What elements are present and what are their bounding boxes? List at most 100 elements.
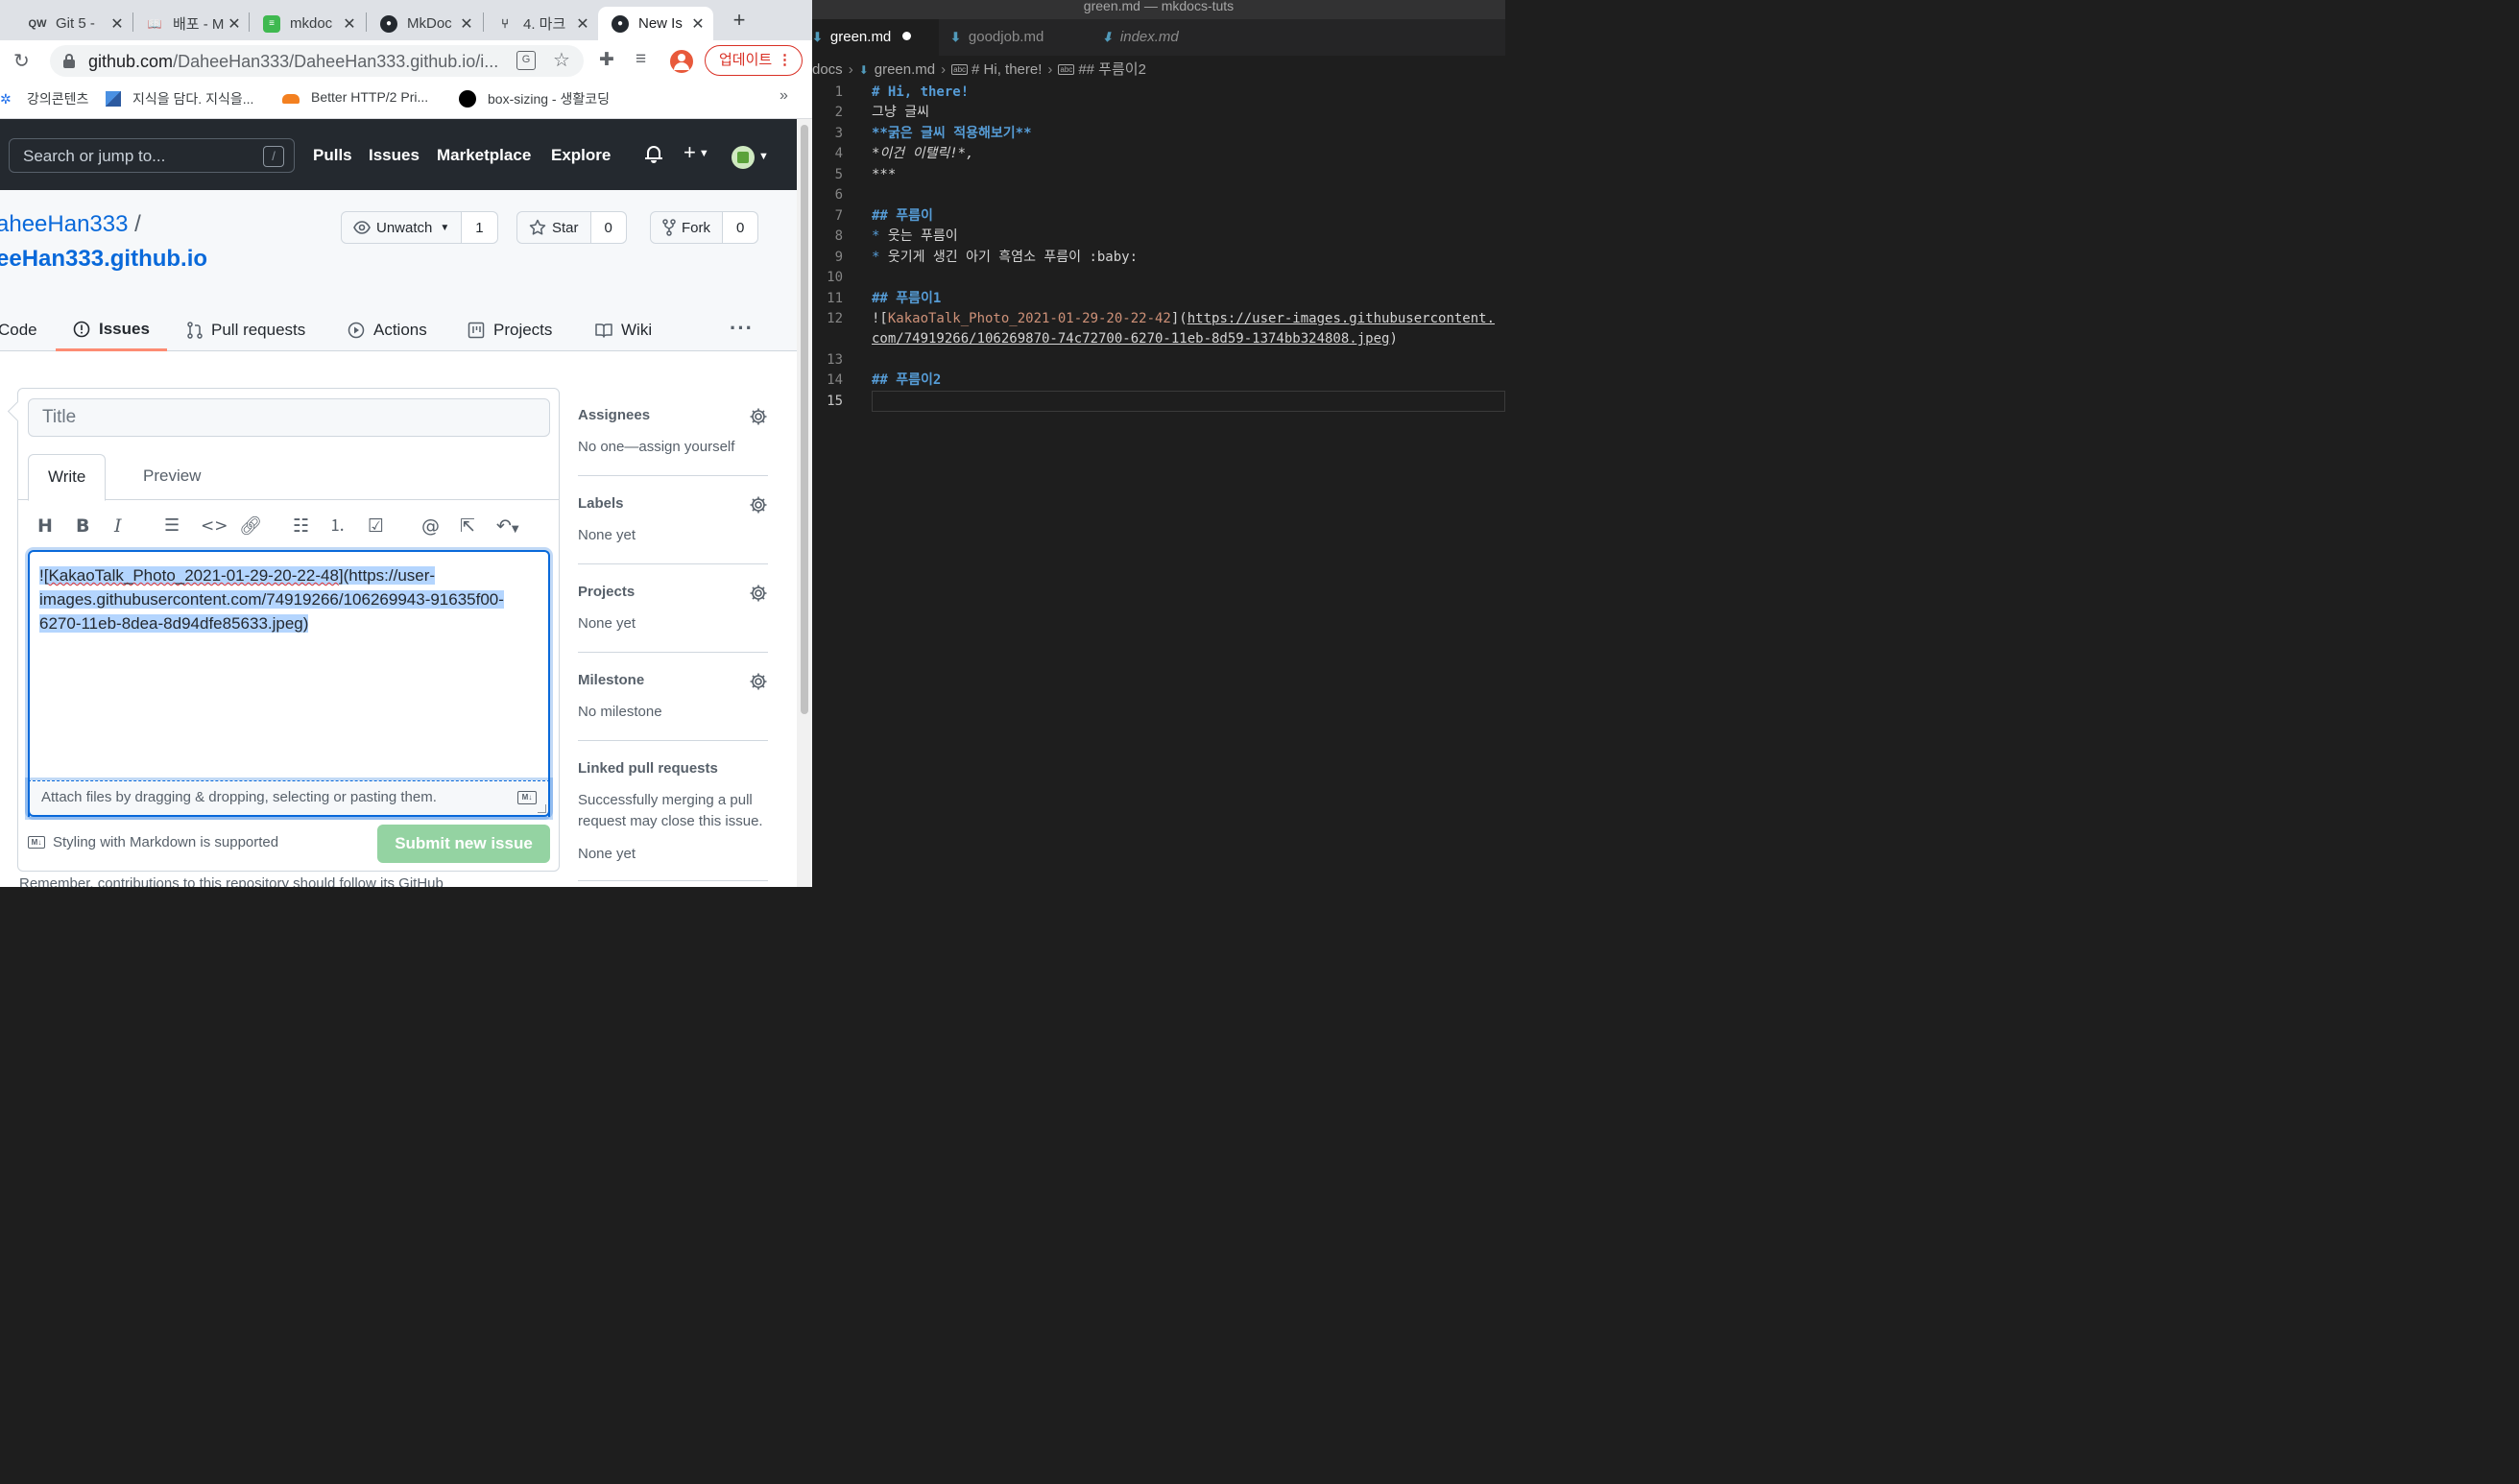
breadcrumb-file[interactable]: green.md bbox=[875, 61, 935, 78]
user-avatar[interactable] bbox=[732, 146, 755, 169]
bookmarks-overflow-button[interactable]: » bbox=[780, 87, 788, 105]
create-new-menu[interactable]: + ▼ bbox=[684, 140, 709, 165]
new-tab-button[interactable]: + bbox=[728, 8, 751, 33]
media-control-icon[interactable]: ≡ bbox=[636, 49, 646, 70]
close-tab-icon[interactable]: ✕ bbox=[227, 14, 242, 34]
caret-down-icon[interactable]: ▼ bbox=[758, 151, 769, 162]
bookmark-item[interactable]: Better HTTP/2 Pri... bbox=[282, 89, 428, 105]
issue-body-textarea[interactable]: ![KakaoTalk_Photo_2021-01-29-20-22-48](h… bbox=[28, 550, 550, 817]
breadcrumb-symbol[interactable]: ## 푸름이2 bbox=[1078, 61, 1146, 78]
close-tab-icon[interactable]: ✕ bbox=[109, 14, 125, 34]
browser-tab[interactable]: ⑂ 4. 마크 ✕ bbox=[496, 7, 590, 40]
mention-icon[interactable]: @ bbox=[421, 515, 440, 537]
browser-tab[interactable]: QW Git 5 - ✕ bbox=[29, 7, 125, 40]
tab-actions[interactable]: Actions bbox=[348, 309, 427, 351]
notifications-bell-icon[interactable] bbox=[645, 146, 662, 163]
gear-icon[interactable] bbox=[749, 407, 768, 426]
code-line: ## 푸름이2 bbox=[872, 372, 942, 388]
italic-icon[interactable]: I bbox=[114, 515, 122, 537]
breadcrumb-symbol[interactable]: # Hi, there! bbox=[972, 61, 1042, 78]
close-tab-icon[interactable]: ✕ bbox=[575, 14, 590, 34]
code-editor[interactable]: 1 2 3 4 5 6 7 8 9 10 11 12 13 14 15 # Hi… bbox=[812, 83, 1505, 887]
heading-icon[interactable]: H bbox=[37, 515, 53, 537]
fork-button[interactable]: Fork 0 bbox=[650, 211, 759, 244]
lock-icon[interactable] bbox=[63, 54, 75, 68]
code-icon[interactable]: <> bbox=[201, 515, 228, 537]
browser-tab[interactable]: 📖 배포 - M ✕ bbox=[146, 7, 242, 40]
github-page: Search or jump to... / Pulls Issues Marke… bbox=[0, 119, 797, 887]
update-button[interactable]: 업데이트 ⋮ bbox=[705, 45, 803, 76]
bookmark-star-icon[interactable]: ☆ bbox=[553, 48, 570, 72]
cross-reference-icon[interactable]: ⇱ bbox=[460, 515, 475, 537]
bookmark-item[interactable]: ✲ 강의콘텐츠 bbox=[0, 89, 88, 108]
close-tab-icon[interactable]: ✕ bbox=[690, 14, 706, 34]
bookmark-item[interactable]: box-sizing - 생활코딩 bbox=[459, 89, 610, 108]
browser-tab[interactable]: ● MkDoc ✕ bbox=[380, 7, 474, 40]
screen: QW Git 5 - ✕ 📖 배포 - M ✕ ≡ mkdoc ✕ ● MkDo… bbox=[0, 0, 1505, 887]
code-line: **굵은 글씨 적용해보기** bbox=[872, 126, 1032, 141]
reload-icon[interactable]: ↻ bbox=[13, 49, 30, 73]
gear-icon[interactable] bbox=[749, 495, 768, 515]
assign-yourself-link[interactable]: No one—assign yourself bbox=[578, 437, 768, 458]
ordered-list-icon[interactable]: ⒈ bbox=[329, 515, 346, 537]
bold-icon[interactable]: B bbox=[76, 515, 89, 537]
translate-icon[interactable]: G bbox=[516, 51, 536, 70]
nav-pulls[interactable]: Pulls bbox=[313, 146, 352, 165]
repo-name-link[interactable]: eeHan333.github.io bbox=[0, 246, 207, 273]
tab-issues[interactable]: Issues bbox=[56, 309, 167, 351]
gear-icon[interactable] bbox=[749, 584, 768, 603]
github-favicon-icon: ● bbox=[612, 14, 629, 33]
code-line: *** bbox=[872, 167, 897, 182]
resize-handle-icon bbox=[538, 804, 546, 813]
issue-title-input[interactable]: Title bbox=[28, 398, 550, 437]
browser-tab-active[interactable]: ● New Is ✕ bbox=[598, 7, 713, 40]
link-icon[interactable]: 🔗︎ bbox=[239, 515, 262, 537]
markdown-supported-note[interactable]: M↓ Styling with Markdown is supported bbox=[28, 834, 278, 850]
address-bar[interactable]: github.com/DaheeHan333/DaheeHan333.githu… bbox=[50, 45, 584, 77]
breadcrumb-folder[interactable]: docs bbox=[812, 61, 843, 78]
tab-write[interactable]: Write bbox=[28, 454, 107, 501]
unordered-list-icon[interactable]: ☷ bbox=[293, 515, 309, 537]
nav-issues[interactable]: Issues bbox=[369, 146, 420, 165]
repo-owner-link[interactable]: aheeHan333 / bbox=[0, 211, 141, 238]
nav-explore[interactable]: Explore bbox=[551, 146, 611, 165]
tab-index-md[interactable]: ⬇ index.md bbox=[1102, 19, 1221, 56]
nav-marketplace[interactable]: Marketplace bbox=[437, 146, 531, 165]
close-tab-icon[interactable]: ✕ bbox=[459, 14, 474, 34]
line-number: 2 bbox=[834, 105, 843, 120]
more-tabs-button[interactable]: ··· bbox=[730, 309, 754, 351]
tab-preview[interactable]: Preview bbox=[124, 454, 220, 500]
tab-pull-requests[interactable]: Pull requests bbox=[187, 309, 305, 351]
close-tab-icon[interactable]: ✕ bbox=[342, 14, 357, 34]
attach-files-area[interactable]: Attach files by dragging & dropping, sel… bbox=[28, 780, 550, 817]
unsaved-dot-icon bbox=[902, 32, 912, 40]
milestone-section: Milestone No milestone bbox=[578, 672, 768, 741]
reply-icon[interactable]: ↶▼ bbox=[496, 515, 519, 540]
tab-goodjob-md[interactable]: ⬇ goodjob.md bbox=[950, 19, 1085, 56]
url-text[interactable]: github.com/DaheeHan333/DaheeHan333.githu… bbox=[88, 52, 511, 72]
browser-tab[interactable]: ≡ mkdoc ✕ bbox=[263, 7, 357, 40]
browser-toolbar: ↻ github.com/DaheeHan333/DaheeHan333.git… bbox=[0, 40, 812, 81]
book-icon bbox=[595, 323, 612, 338]
profile-avatar[interactable] bbox=[670, 50, 693, 73]
tab-wiki[interactable]: Wiki bbox=[595, 309, 652, 351]
line-number: 12 bbox=[827, 311, 843, 326]
more-menu-icon: ⋮ bbox=[778, 52, 792, 68]
tab-green-md[interactable]: ⬇ green.md bbox=[812, 19, 939, 56]
linked-pull-requests-section: Linked pull requests Successfully mergin… bbox=[578, 760, 768, 881]
task-list-icon[interactable]: ☑ bbox=[368, 515, 384, 537]
star-button[interactable]: Star 0 bbox=[516, 211, 627, 244]
submit-new-issue-button[interactable]: Submit new issue bbox=[377, 825, 550, 863]
search-input[interactable]: Search or jump to... / bbox=[9, 138, 295, 173]
tab-code[interactable]: Code bbox=[0, 309, 37, 351]
page-scrollbar[interactable] bbox=[797, 119, 812, 887]
gear-icon[interactable] bbox=[749, 672, 768, 691]
watch-button[interactable]: Unwatch ▼ 1 bbox=[341, 211, 498, 244]
tab-projects[interactable]: Projects bbox=[468, 309, 552, 351]
extensions-icon[interactable]: ✚ bbox=[599, 49, 614, 71]
editor-tab-bar: ⬇ green.md ⬇ goodjob.md ⬇ index.md bbox=[812, 19, 1505, 56]
line-number: 10 bbox=[827, 270, 843, 285]
line-number: 5 bbox=[834, 167, 843, 182]
bookmark-item[interactable]: 지식을 담다. 지식을... bbox=[106, 89, 253, 108]
quote-icon[interactable]: ☰ bbox=[164, 515, 180, 537]
